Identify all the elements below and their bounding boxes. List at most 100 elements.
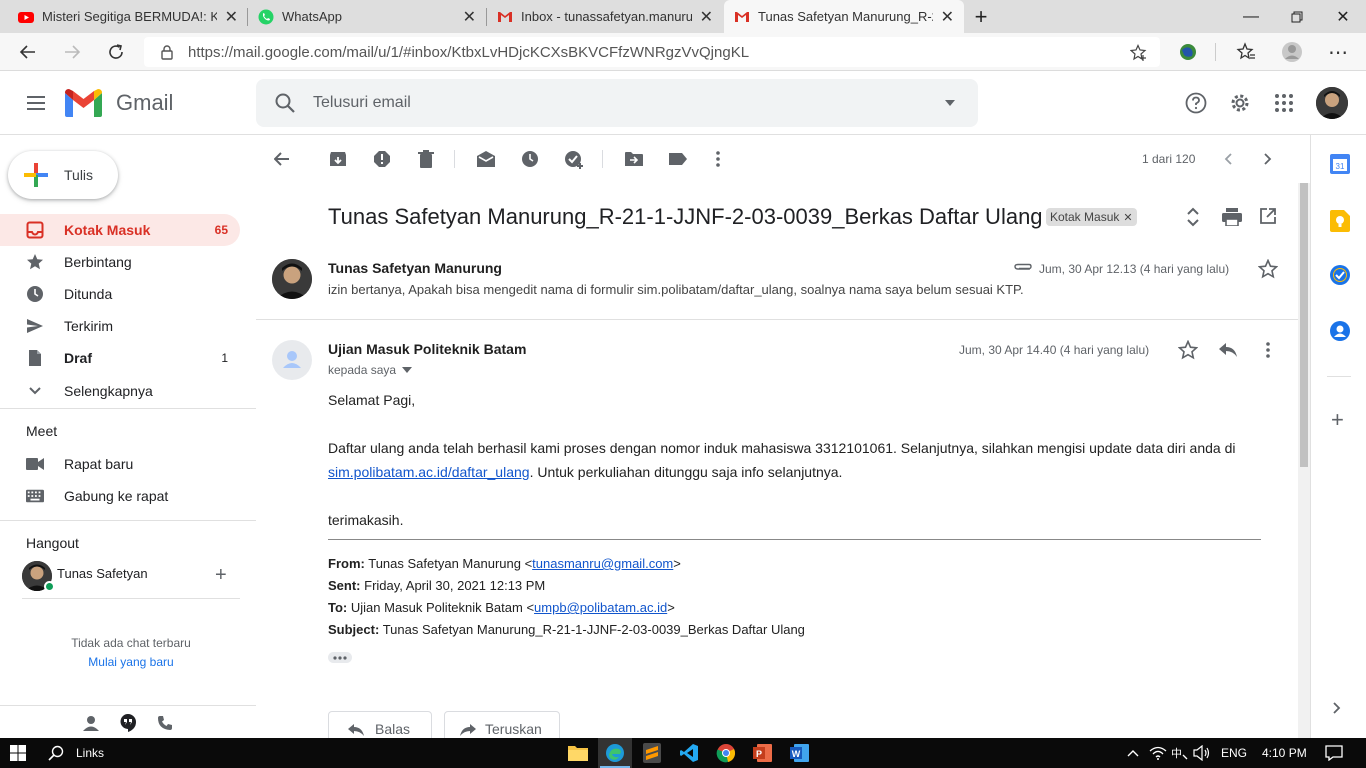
favorites-button[interactable] — [1232, 38, 1260, 66]
sender-avatar[interactable] — [272, 259, 312, 299]
older-button[interactable] — [1256, 147, 1280, 171]
expand-all-button[interactable] — [1186, 206, 1200, 231]
extension-button[interactable] — [1174, 38, 1202, 66]
contacts-tab-button[interactable] — [82, 715, 100, 734]
open-in-new-window-button[interactable] — [1260, 208, 1276, 227]
search-icon[interactable] — [274, 92, 296, 114]
collapsed-message-snippet[interactable]: izin bertanya, Apakah bisa mengedit nama… — [328, 282, 1024, 297]
back-to-inbox-button[interactable] — [270, 147, 294, 171]
sender-avatar[interactable] — [272, 340, 312, 380]
labels-button[interactable] — [666, 147, 690, 171]
hangout-contact-name[interactable]: Tunas Safetyan — [57, 566, 148, 581]
sidebar-item-snoozed[interactable]: Ditunda — [0, 278, 240, 310]
search-options-icon[interactable] — [944, 99, 956, 107]
account-avatar[interactable] — [1316, 87, 1348, 119]
close-tab-icon[interactable]: ✕ — [463, 7, 476, 27]
reply-button[interactable] — [1218, 342, 1238, 361]
collapsed-sender-name[interactable]: Tunas Safetyan Manurung — [328, 260, 502, 276]
search-bar[interactable]: Telusuri email — [256, 79, 978, 127]
scrollbar-thumb[interactable] — [1300, 183, 1308, 467]
star-button[interactable] — [1177, 339, 1199, 363]
volume-button[interactable] — [1190, 741, 1214, 765]
language-indicator[interactable]: ENG — [1221, 746, 1247, 760]
close-tab-icon[interactable]: ✕ — [700, 7, 713, 27]
browser-tab-whatsapp[interactable]: WhatsApp ✕ — [248, 0, 486, 33]
keep-app-button[interactable] — [1330, 210, 1350, 235]
clock[interactable]: 4:10 PM — [1262, 746, 1307, 760]
browser-tab-active[interactable]: Tunas Safetyan Manurung_R-21- ✕ — [724, 0, 964, 33]
browser-tab-youtube[interactable]: Misteri Segitiga BERMUDA!: Kasu ✕ — [8, 0, 248, 33]
quote-to-email-link[interactable]: umpb@polibatam.ac.id — [534, 600, 667, 615]
remove-label-icon[interactable]: ✕ — [1123, 211, 1132, 224]
taskbar-search-button[interactable] — [44, 741, 68, 765]
address-bar[interactable]: https://mail.google.com/mail/u/1/#inbox/… — [144, 37, 1160, 67]
profile-button[interactable] — [1278, 38, 1306, 66]
taskbar-word[interactable]: W — [788, 741, 812, 765]
label-chip[interactable]: Kotak Masuk ✕ — [1046, 208, 1137, 226]
sidebar-item-starred[interactable]: Berbintang — [0, 246, 240, 278]
sidebar-item-inbox[interactable]: Kotak Masuk 65 — [0, 214, 240, 246]
taskbar-vscode[interactable] — [677, 741, 701, 765]
start-button[interactable] — [6, 741, 30, 765]
maximize-button[interactable] — [1274, 0, 1320, 33]
mark-unread-button[interactable] — [474, 147, 498, 171]
add-to-tasks-button[interactable] — [562, 147, 586, 171]
meet-join-meeting[interactable]: Gabung ke rapat — [0, 480, 240, 512]
taskbar-file-explorer[interactable] — [566, 741, 590, 765]
add-favorite-icon[interactable] — [1130, 44, 1148, 62]
reload-button[interactable] — [102, 38, 130, 66]
back-button[interactable] — [14, 38, 42, 66]
star-button[interactable] — [1257, 258, 1279, 282]
tasks-app-button[interactable] — [1330, 265, 1350, 288]
quote-from-email-link[interactable]: tunasmanru@gmail.com — [532, 556, 673, 571]
delete-button[interactable] — [414, 147, 438, 171]
taskbar-chrome[interactable] — [714, 741, 738, 765]
close-tab-icon[interactable]: ✕ — [225, 7, 238, 27]
snooze-button[interactable] — [518, 147, 542, 171]
start-new-chat-link[interactable]: Mulai yang baru — [0, 655, 262, 669]
apps-button[interactable] — [1270, 89, 1298, 117]
print-button[interactable] — [1222, 208, 1242, 229]
show-hidden-icons-button[interactable] — [1121, 741, 1145, 765]
sidebar-item-more[interactable]: Selengkapnya — [0, 375, 240, 407]
settings-button[interactable] — [1226, 89, 1254, 117]
support-button[interactable] — [1182, 89, 1210, 117]
get-addons-button[interactable]: + — [1331, 409, 1344, 431]
browser-tab-inbox[interactable]: Inbox - tunassafetyan.manurung ✕ — [487, 0, 723, 33]
meet-new-meeting[interactable]: Rapat baru — [0, 448, 240, 480]
input-method-button[interactable]: 中 — [1168, 741, 1192, 765]
sidebar-item-drafts[interactable]: Draf 1 — [0, 342, 240, 374]
action-center-button[interactable] — [1322, 741, 1346, 765]
close-window-button[interactable]: ✕ — [1320, 0, 1366, 33]
hangouts-tab-button[interactable] — [119, 713, 137, 736]
browser-menu-button[interactable]: ⋯ — [1324, 38, 1352, 66]
new-conversation-button[interactable]: + — [215, 565, 227, 585]
taskbar-edge[interactable] — [603, 741, 627, 765]
main-menu-button[interactable] — [22, 89, 50, 117]
hide-side-panel-button[interactable] — [1333, 701, 1341, 717]
calendar-app-button[interactable]: 31 — [1330, 154, 1350, 177]
move-to-button[interactable] — [622, 147, 646, 171]
expanded-sender-name[interactable]: Ujian Masuk Politeknik Batam — [328, 341, 526, 357]
phone-tab-button[interactable] — [157, 715, 173, 734]
recipient-details[interactable]: kepada saya — [328, 363, 413, 377]
gmail-logo[interactable]: Gmail — [65, 89, 173, 117]
taskbar-sublime[interactable] — [640, 741, 664, 765]
close-tab-icon[interactable]: ✕ — [941, 7, 954, 27]
archive-button[interactable] — [326, 147, 350, 171]
taskbar-powerpoint[interactable]: P — [751, 741, 775, 765]
contacts-app-button[interactable] — [1330, 321, 1350, 344]
forward-button[interactable] — [58, 38, 86, 66]
daftar-ulang-link[interactable]: sim.polibatam.ac.id/daftar_ulang — [328, 464, 530, 480]
report-spam-button[interactable] — [370, 147, 394, 171]
network-button[interactable] — [1146, 741, 1170, 765]
minimize-button[interactable]: — — [1228, 0, 1274, 33]
more-actions-button[interactable] — [706, 147, 730, 171]
compose-button[interactable]: Tulis — [8, 151, 118, 199]
sidebar-item-sent[interactable]: Terkirim — [0, 310, 240, 342]
show-trimmed-content-button[interactable] — [328, 652, 352, 663]
new-tab-button[interactable]: + — [964, 0, 998, 33]
links-toolbar[interactable]: Links — [76, 746, 104, 760]
search-input[interactable]: Telusuri email — [313, 94, 411, 112]
newer-button[interactable] — [1216, 147, 1240, 171]
